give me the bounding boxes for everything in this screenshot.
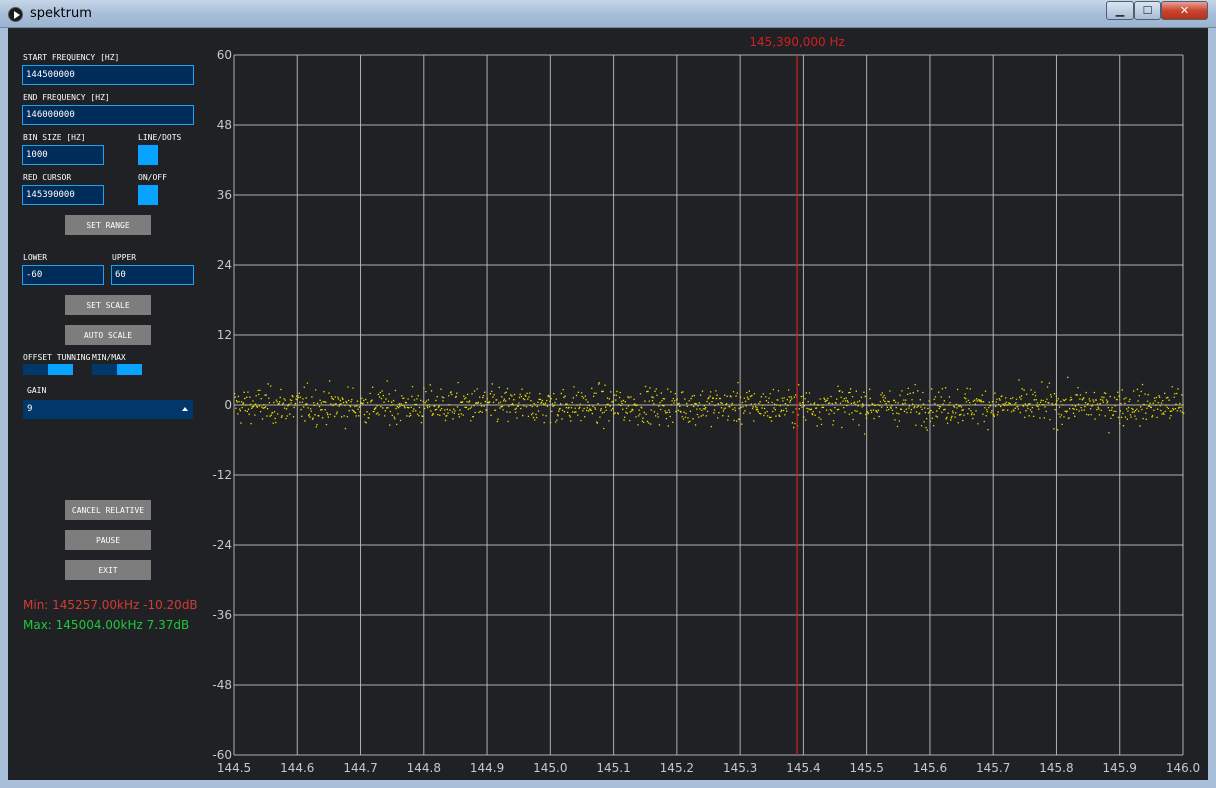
play-icon bbox=[8, 7, 23, 22]
y-tick-label: -36 bbox=[212, 608, 232, 622]
x-tick-label: 144.8 bbox=[407, 761, 441, 775]
x-tick-label: 144.6 bbox=[280, 761, 314, 775]
maximize-button[interactable]: ☐ bbox=[1134, 1, 1161, 20]
y-tick-label: 60 bbox=[217, 48, 232, 62]
window-frame-left bbox=[0, 28, 8, 788]
spectrum-points bbox=[234, 376, 1185, 435]
title-bar[interactable]: spektrum ▁ ☐ ✕ bbox=[0, 0, 1216, 28]
client-area: START FREQUENCY [HZ] 144500000 END FREQU… bbox=[8, 29, 1208, 780]
y-tick-label: 0 bbox=[224, 398, 232, 412]
y-tick-labels: 60 48 36 24 12 0 -12 -24 -36 -48 -60 bbox=[212, 48, 232, 762]
x-tick-label: 145.3 bbox=[723, 761, 757, 775]
y-tick-label: -24 bbox=[212, 538, 232, 552]
y-tick-label: 12 bbox=[217, 328, 232, 342]
y-tick-label: 48 bbox=[217, 118, 232, 132]
close-button[interactable]: ✕ bbox=[1161, 1, 1208, 20]
spectrum-dots bbox=[234, 376, 1185, 435]
x-tick-label: 145.7 bbox=[976, 761, 1010, 775]
x-tick-label: 145.9 bbox=[1103, 761, 1137, 775]
x-tick-label: 145.1 bbox=[596, 761, 630, 775]
x-tick-labels: 144.5 144.6 144.7 144.8 144.9 145.0 145.1 145.2… bbox=[217, 761, 1200, 775]
red-cursor: 145,390,000 Hz bbox=[749, 35, 845, 755]
y-tick-label: -48 bbox=[212, 678, 232, 692]
window-title: spektrum bbox=[30, 6, 92, 21]
x-tick-label: 146.0 bbox=[1166, 761, 1200, 775]
x-tick-label: 145.4 bbox=[786, 761, 820, 775]
y-tick-label: -12 bbox=[212, 468, 232, 482]
spectrum-chart[interactable]: 145,390,000 Hz 60 48 36 24 12 0 -12 -24 -36 -48 -6… bbox=[8, 29, 1208, 780]
chart-grid bbox=[233, 54, 1184, 756]
window-frame-bottom bbox=[0, 780, 1216, 788]
y-tick-label: 24 bbox=[217, 258, 232, 272]
x-tick-label: 144.9 bbox=[470, 761, 504, 775]
y-tick-label: 36 bbox=[217, 188, 232, 202]
x-tick-label: 145.8 bbox=[1039, 761, 1073, 775]
x-tick-label: 144.5 bbox=[217, 761, 251, 775]
x-tick-label: 145.2 bbox=[660, 761, 694, 775]
x-tick-label: 145.5 bbox=[849, 761, 883, 775]
x-tick-label: 145.6 bbox=[913, 761, 947, 775]
y-tick-label: -60 bbox=[212, 748, 232, 762]
red-cursor-label: 145,390,000 Hz bbox=[749, 35, 844, 49]
window-frame-right bbox=[1208, 28, 1216, 788]
x-tick-label: 145.0 bbox=[533, 761, 567, 775]
x-tick-label: 144.7 bbox=[343, 761, 377, 775]
minimize-button[interactable]: ▁ bbox=[1106, 1, 1134, 20]
